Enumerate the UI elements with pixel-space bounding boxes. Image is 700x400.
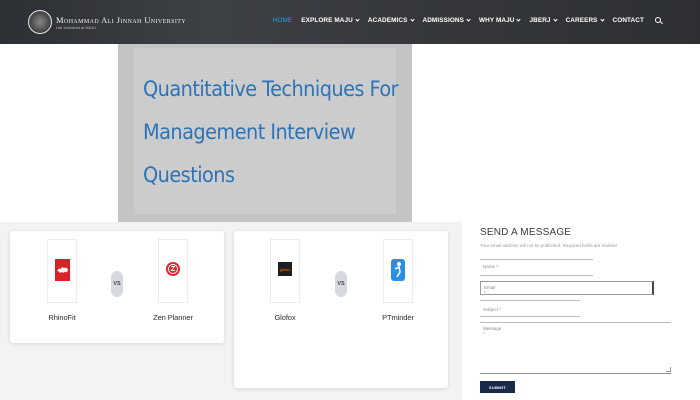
hero-title: Quantitative Techniques For Management I… — [143, 68, 399, 197]
subject-placeholder: Subject * — [483, 307, 502, 312]
email-placeholder: Email * — [484, 285, 496, 295]
app-ptminder[interactable] — [383, 239, 413, 303]
chevron-down-icon — [466, 17, 471, 22]
nav-home[interactable]: HOME — [273, 17, 293, 24]
submit-button[interactable]: SUBMIT — [480, 381, 515, 393]
chevron-down-icon — [552, 17, 558, 22]
nav-jberj[interactable]: JBERJ — [529, 17, 558, 24]
rhino-icon — [55, 259, 70, 281]
name-placeholder: Name * — [483, 264, 499, 269]
glofox-icon: glofox — [278, 262, 292, 276]
chevron-down-icon — [516, 17, 522, 22]
zen-planner-icon: Z — [166, 262, 180, 276]
hero-title-line: Questions — [143, 163, 235, 187]
vs-badge: VS — [335, 271, 347, 297]
chevron-down-icon — [409, 17, 415, 22]
app-name: PTminder — [382, 313, 414, 322]
university-crest-icon — [28, 10, 52, 34]
app-rhinofit[interactable] — [47, 239, 77, 303]
university-logo[interactable]: Mohammad Ali Jinnah University Life Unli… — [28, 10, 186, 34]
main-nav: HOME EXPLORE MAJU ACADEMICS ADMISSIONS W… — [264, 17, 662, 24]
email-field[interactable]: Email * — [480, 281, 654, 295]
hero-title-line: Quantitative Techniques For — [143, 77, 399, 101]
app-name: RhinoFit — [48, 313, 76, 322]
message-field[interactable]: Message * — [480, 323, 671, 374]
nav-academics[interactable]: ACADEMICS — [368, 17, 415, 24]
app-glofox[interactable]: glofox — [270, 239, 300, 303]
app-zen-planner[interactable]: Z — [158, 239, 188, 303]
vs-badge: VS — [111, 271, 123, 297]
search-icon[interactable] — [655, 17, 662, 24]
nav-contact[interactable]: CONTACT — [613, 17, 644, 24]
logo-tagline: Life Unlimited at MAJU — [56, 25, 96, 30]
divider — [480, 275, 593, 276]
chevron-down-icon — [599, 17, 605, 22]
form-title: SEND A MESSAGE — [480, 227, 572, 238]
app-name: Zen Planner — [153, 313, 193, 322]
divider — [480, 300, 580, 301]
nav-admissions[interactable]: ADMISSIONS — [423, 17, 471, 24]
site-header: Mohammad Ali Jinnah University Life Unli… — [0, 0, 700, 44]
nav-careers[interactable]: CAREERS — [566, 17, 605, 24]
name-field[interactable]: Name * — [480, 261, 593, 275]
contact-form: SEND A MESSAGE Your email address will n… — [480, 222, 680, 393]
comparison-card[interactable]: RhinoFit VS Z Zen Planner — [10, 231, 224, 343]
nav-why-maju[interactable]: WHY MAJU — [479, 17, 522, 24]
divider — [480, 259, 593, 260]
comparison-card[interactable]: glofox Glofox VS PTminder — [234, 231, 448, 388]
logo-name: Mohammad Ali Jinnah University — [56, 14, 187, 25]
form-note: Your email address will not be published… — [480, 243, 617, 248]
ptminder-icon — [391, 259, 405, 281]
message-placeholder: Message * — [483, 326, 502, 336]
hero-title-line: Management Interview — [143, 120, 356, 144]
app-name: Glofox — [274, 313, 296, 322]
nav-explore-maju[interactable]: EXPLORE MAJU — [301, 17, 360, 24]
divider — [480, 316, 580, 317]
chevron-down-icon — [355, 17, 360, 22]
